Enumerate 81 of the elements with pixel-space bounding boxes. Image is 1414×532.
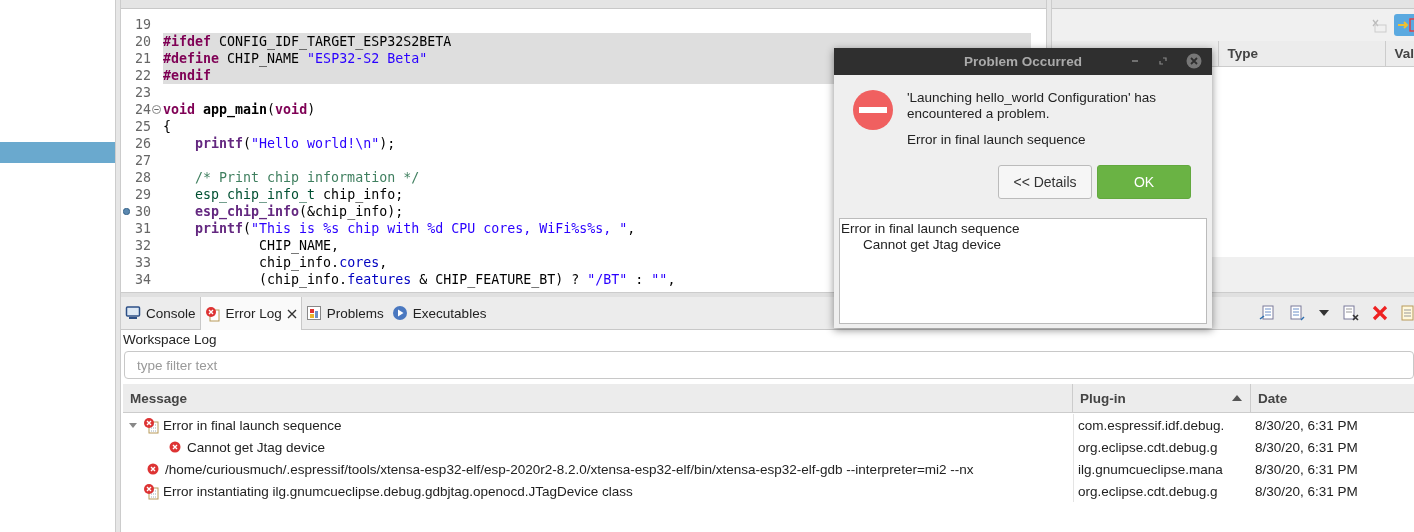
- code-line: /* Print chip information */: [194, 170, 420, 185]
- play-icon: [391, 305, 408, 321]
- error-icon: [147, 463, 159, 475]
- log-date: 8/30/20, 6:31 PM: [1255, 439, 1358, 455]
- view-tab[interactable]: Executables: [387, 297, 491, 329]
- code-line: #ifdef CONFIG_IDF_TARGET_ESP32S2BETA: [163, 34, 452, 49]
- dialog-message: 'Launching hello_world Configuration' has encountered a problem.: [907, 90, 1158, 122]
- code-line: CHIP_NAME,: [258, 238, 340, 253]
- line-number: 32: [135, 237, 151, 254]
- delete-icon[interactable]: [1372, 305, 1388, 321]
- filter-field[interactable]: type filter text: [124, 351, 1414, 379]
- line-number: 27: [135, 152, 151, 169]
- maximize-icon[interactable]: [1158, 56, 1168, 66]
- code-line: esp_chip_info_t chip_info;: [194, 187, 404, 202]
- code-line: #define CHIP_NAME "ESP32-S2 Beta": [163, 51, 428, 66]
- log-date: 8/30/20, 6:31 PM: [1255, 461, 1358, 477]
- plugin-name: org.eclipse.cdt.debug.g: [1078, 439, 1218, 455]
- log-message: Error instantiating ilg.gnumcueclipse.debug.gdbjtag.openocd.JTagDevice class: [163, 483, 633, 499]
- toggle-button-icon[interactable]: [1394, 14, 1414, 36]
- breakpoint-icon[interactable]: [123, 208, 130, 215]
- collapse-icon[interactable]: [152, 105, 161, 114]
- plugin-name: org.eclipse.cdt.debug.g: [1078, 483, 1218, 499]
- column-header[interactable]: Date: [1251, 384, 1414, 412]
- code-line: esp_chip_info(&chip_info);: [194, 204, 404, 219]
- monitor-icon: [125, 305, 141, 321]
- code-line: chip_info.cores,: [258, 255, 388, 270]
- code-line: void app_main(void): [163, 102, 316, 117]
- details-text: Error in final launch sequence: [841, 221, 1020, 236]
- problems-icon: [305, 305, 322, 321]
- code-line: printf("This is %s chip with %d CPU cores, WiFi%s%s, ",: [194, 221, 636, 236]
- code-line: #endif: [163, 68, 212, 83]
- error-log-icon: [204, 305, 221, 322]
- column-header[interactable]: Val: [1386, 41, 1414, 66]
- dropdown-caret-icon[interactable]: [1318, 309, 1330, 317]
- close-icon[interactable]: [286, 308, 297, 319]
- line-number: 22: [135, 67, 151, 84]
- export-log-icon[interactable]: [1258, 304, 1276, 322]
- log-date: 8/30/20, 6:31 PM: [1255, 417, 1358, 433]
- plugin-name: ilg.gnumcueclipse.mana: [1078, 461, 1223, 477]
- line-number: 28: [135, 169, 151, 186]
- log-message: Cannot get Jtag device: [187, 439, 326, 455]
- error-stop-icon: [853, 90, 893, 130]
- error-icon: [169, 441, 181, 453]
- open-log-icon[interactable]: [1400, 304, 1414, 322]
- log-date: 8/30/20, 6:31 PM: [1255, 483, 1358, 499]
- error-log-icon: [143, 482, 160, 500]
- log-message: Error in final launch sequence: [163, 417, 342, 433]
- line-number: 33: [135, 254, 151, 271]
- variable-icon[interactable]: [1370, 17, 1388, 33]
- code-line: printf("Hello world!\n");: [194, 136, 396, 151]
- sort-ascending-icon: [1232, 395, 1242, 401]
- line-number: 24: [135, 101, 151, 118]
- clear-log-icon[interactable]: [1342, 304, 1360, 322]
- line-number: 34: [135, 271, 151, 288]
- line-number: 26: [135, 135, 151, 152]
- column-header[interactable]: Message: [123, 384, 1073, 412]
- view-tab[interactable]: Problems: [301, 297, 388, 329]
- dialog-title: Problem Occurred: [964, 54, 1082, 69]
- log-message: /home/curiousmuch/.espressif/tools/xtensa-esp32-elf/esp-2020r2-8.2.0/xtensa-esp32-elf/bin/xtensa-esp32-elf-gdb --interpreter=mi2 --nx: [165, 461, 974, 477]
- expanded-arrow-icon[interactable]: [128, 420, 138, 430]
- line-number: 23: [135, 84, 151, 101]
- plugin-name: com.espressif.idf.debug.: [1078, 417, 1225, 433]
- code-line: {: [163, 119, 171, 134]
- line-number: 25: [135, 118, 151, 135]
- view-tab[interactable]: Error Log: [199, 297, 302, 330]
- details-button[interactable]: << Details: [998, 165, 1092, 199]
- line-number: 20: [135, 33, 151, 50]
- code-line: (chip_info.features & CHIP_FEATURE_BT) ? "/BT" : "",: [258, 272, 676, 287]
- column-header[interactable]: Plug-in: [1073, 384, 1251, 412]
- error-log-icon: [143, 416, 160, 434]
- log-title: Workspace Log: [123, 332, 217, 347]
- view-tab[interactable]: Console: [121, 297, 200, 329]
- line-number: 29: [135, 186, 151, 203]
- line-number: 21: [135, 50, 151, 67]
- line-number: 19: [135, 16, 151, 33]
- details-text: Cannot get Jtag device: [863, 237, 1002, 252]
- import-log-icon[interactable]: [1288, 304, 1306, 322]
- line-number: 31: [135, 220, 151, 237]
- column-header[interactable]: Type: [1219, 41, 1387, 66]
- line-number: 30: [135, 203, 151, 220]
- dialog-reason: Error in final launch sequence: [907, 132, 1087, 147]
